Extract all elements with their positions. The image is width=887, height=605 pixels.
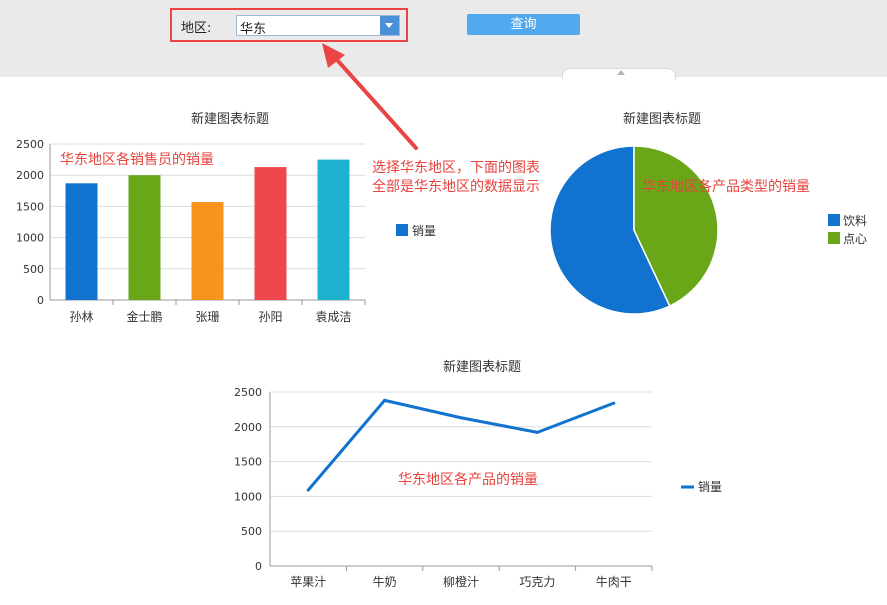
line-x-tick-label: 苹果汁	[290, 575, 326, 589]
bar-x-tick-label: 袁成洁	[315, 310, 351, 324]
pie-slice	[633, 145, 719, 308]
line-y-tick-label: 1500	[234, 456, 262, 469]
line-x-tick-label: 巧克力	[519, 575, 555, 589]
bar-y-tick-label: 1500	[16, 200, 44, 213]
line-y-tick-label: 2000	[234, 421, 262, 434]
pie-annotation: 华东地区各产品类型的销量	[642, 179, 810, 195]
chevron-down-icon[interactable]	[380, 16, 399, 35]
line-y-tick-label: 2500	[234, 386, 262, 399]
report-page: 地区: 华东 查询 新建图表标题 0 500 1000 1500 2000 2500 孙林 金士…	[0, 0, 887, 605]
bar	[128, 175, 161, 300]
line-point	[306, 488, 310, 492]
line-point	[383, 398, 387, 402]
pie-chart-title: 新建图表标题	[623, 111, 701, 127]
line-y-tick-label: 1000	[234, 490, 262, 503]
pie-chart: 新建图表标题饮料点心	[549, 111, 867, 315]
bar-legend-label: 销量	[412, 224, 436, 238]
region-label: 地区:	[181, 21, 212, 36]
bar-x-tick-label: 孙林	[69, 310, 93, 324]
region-select-value: 华东	[240, 22, 267, 37]
bar-annotation: 华东地区各销售员的销量	[60, 152, 214, 168]
bar-y-tick-label: 1000	[16, 232, 44, 245]
line-chart: 新建图表标题 0 500 1000 1500 2000 2500 苹果汁 牛奶 柳橙汁 巧克力 牛肉干…	[234, 359, 722, 589]
pie-legend-label: 饮料	[843, 214, 867, 228]
bar-x-tick-label: 张珊	[195, 310, 219, 324]
bar-x-tick-label: 金士鹏	[126, 309, 162, 324]
bar	[254, 167, 287, 300]
bar-legend-swatch	[396, 224, 408, 236]
bar-y-tick-label: 2500	[16, 138, 44, 151]
center-annotation-line2: 全部是华东地区的数据显示	[372, 179, 540, 195]
bar	[317, 159, 350, 300]
line-chart-title: 新建图表标题	[443, 359, 521, 375]
bar-y-tick-label: 0	[37, 294, 44, 307]
filter-bar: 地区: 华东 查询	[0, 0, 887, 77]
query-button[interactable]: 查询	[467, 14, 580, 35]
pie-legend-label: 点心	[843, 232, 867, 246]
line-x-tick-label: 柳橙汁	[443, 574, 479, 589]
center-annotation-line1: 选择华东地区，下面的图表	[372, 160, 540, 176]
bar	[65, 183, 98, 300]
bar-x-tick-label: 孙阳	[258, 310, 282, 324]
line-x-tick-label: 牛肉干	[596, 574, 632, 589]
pie-legend-swatch	[828, 232, 840, 244]
region-filter-group: 地区: 华东	[170, 8, 408, 42]
line-point	[612, 401, 616, 405]
bar-y-tick-label: 2000	[16, 169, 44, 182]
pie-slice	[549, 145, 671, 315]
annotation-arrow	[322, 43, 418, 150]
line-point	[459, 416, 463, 420]
line-y-tick-label: 0	[255, 560, 262, 573]
line-point	[535, 430, 539, 434]
collapse-toolbar-tab[interactable]	[562, 68, 676, 80]
bar-chart: 新建图表标题 0 500 1000 1500 2000 2500 孙林 金士鹏 张珊 孙阳 袁成洁 销量	[16, 111, 436, 324]
line-annotation: 华东地区各产品的销量	[398, 472, 538, 488]
line-x-tick-label: 牛奶	[373, 574, 397, 589]
pie-legend-swatch	[828, 214, 840, 226]
line-y-tick-label: 500	[241, 525, 262, 538]
region-select[interactable]: 华东	[236, 15, 400, 37]
bar-chart-title: 新建图表标题	[191, 111, 269, 127]
bar-y-tick-label: 500	[23, 263, 44, 276]
line-legend-label: 销量	[698, 480, 722, 494]
bar	[191, 202, 224, 300]
